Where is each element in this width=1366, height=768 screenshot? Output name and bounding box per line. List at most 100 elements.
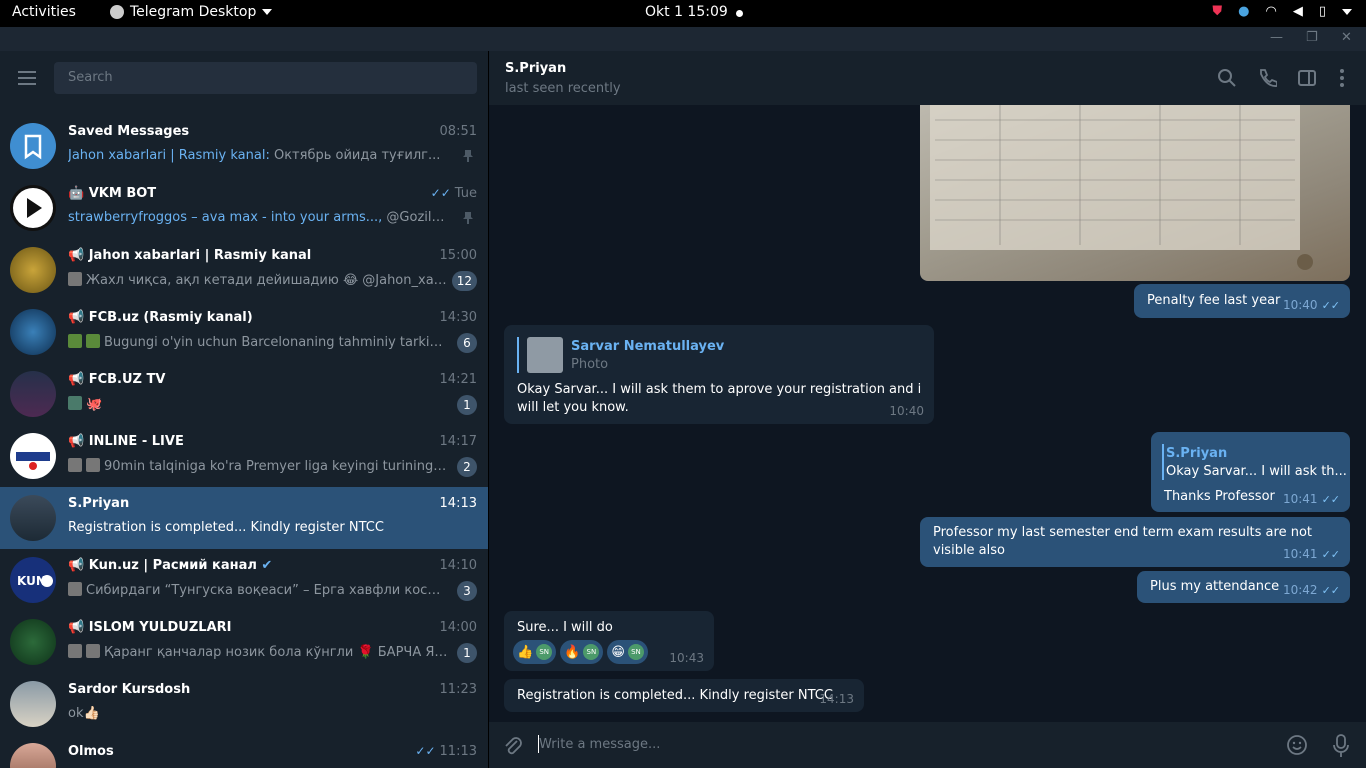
avatar: SN [583, 644, 600, 660]
chat-name: 📢 FCB.UZ TV [68, 372, 166, 387]
microphone-icon[interactable] [1331, 734, 1351, 758]
close-icon[interactable]: ✕ [1341, 30, 1352, 45]
avatar [10, 185, 56, 231]
chat-name: Saved Messages [68, 124, 190, 139]
megaphone-icon: 📢 [68, 310, 89, 325]
chat-item-jahon-xabarlari[interactable]: 📢 Jahon xabarlari | Rasmiy kanal 15:00 Ж… [0, 239, 488, 301]
chat-name: Sardor Kursdosh [68, 682, 191, 697]
message-text: Plus my attendance [1150, 579, 1280, 594]
chat-item-s-priyan[interactable]: S.Priyan 14:13 Registration is completed… [0, 487, 488, 549]
reply-text: Okay Sarvar... I will ask th... [1166, 464, 1347, 479]
chat-preview: Жахл чиқса, ақл кетади дейишадию 😂 @Jaho… [68, 272, 448, 288]
minimize-icon[interactable]: — [1270, 30, 1283, 45]
activities-button[interactable]: Activities [12, 4, 76, 20]
shield-icon[interactable]: ⛊ [1212, 4, 1222, 19]
verified-icon: ✔ [261, 558, 273, 573]
search-icon[interactable] [1217, 68, 1237, 88]
chat-name: Olmos [68, 744, 114, 759]
pin-icon [463, 212, 473, 224]
clock[interactable]: Okt 1 15:09 [645, 4, 728, 20]
reaction-thumbs-up[interactable]: 👍 SN [513, 640, 557, 664]
system-tray[interactable]: ⛊ ● ◠ ◀ ▯ [1212, 4, 1352, 19]
emoji-icon[interactable] [1286, 734, 1308, 756]
reply-sender: Sarvar Nematullayev [571, 339, 725, 354]
photo-message[interactable] [920, 105, 1350, 281]
chat-item-fcb-uz-tv[interactable]: 📢 FCB.UZ TV 14:21 🐙 1 [0, 363, 488, 425]
message-incoming[interactable]: Sure... I will do 👍 SN 🔥 SN 😁 SN 10:43 [504, 611, 714, 671]
phone-icon[interactable] [1257, 68, 1277, 88]
double-check-icon: ✓✓ [430, 186, 451, 200]
message-text: Professor my last semester end term exam… [933, 525, 1313, 558]
menu-icon[interactable] [18, 71, 36, 85]
telegram-icon [110, 5, 124, 19]
megaphone-icon: 📢 [68, 434, 89, 449]
pin-icon [463, 150, 473, 162]
chat-time: 08:51 [439, 124, 477, 139]
unread-badge: 1 [457, 395, 477, 415]
message-incoming[interactable]: Sarvar Nematullayev Photo Okay Sarvar...… [504, 325, 934, 424]
chat-item-fcb-uz[interactable]: 📢 FCB.uz (Rasmiy kanal) 14:30 Bugungi o'… [0, 301, 488, 363]
chat-item-sardor-kursdosh[interactable]: Sardor Kursdosh 11:23 ok👍🏻 [0, 673, 488, 735]
chat-preview: Registration is completed... Kindly regi… [68, 520, 384, 535]
volume-icon[interactable]: ◀ [1293, 4, 1303, 19]
message-incoming[interactable]: Registration is completed... Kindly regi… [504, 679, 864, 712]
app-menu[interactable]: Telegram Desktop [110, 4, 273, 20]
chat-preview: Bugungi o'yin uchun Barcelonaning tahmin… [68, 334, 448, 350]
unread-badge: 3 [457, 581, 477, 601]
message-outgoing[interactable]: Penalty fee last year 10:40 ✓✓ [1134, 284, 1350, 318]
unread-badge: 6 [457, 333, 477, 353]
message-composer: Write a message... [489, 722, 1366, 768]
chat-name: 📢 FCB.uz (Rasmiy kanal) [68, 310, 253, 325]
wifi-icon[interactable]: ◠ [1266, 4, 1277, 19]
double-check-icon: ✓✓ [415, 744, 436, 758]
chat-item-islom-yulduzlari[interactable]: 📢 ISLOM YULDUZLARI 14:00 Қаранг қанчалар… [0, 611, 488, 673]
chat-status: last seen recently [505, 81, 621, 96]
double-check-icon: ✓✓ [1321, 299, 1340, 312]
globe-icon[interactable]: ● [1238, 4, 1249, 19]
message-time: 10:43 [669, 651, 704, 665]
reaction-fire[interactable]: 🔥 SN [560, 640, 604, 664]
megaphone-icon: 📢 [68, 558, 89, 573]
avatar [10, 743, 56, 768]
photo-thumbnail [527, 337, 563, 373]
avatar [10, 371, 56, 417]
message-text: Sure... I will do [517, 620, 613, 635]
attach-icon[interactable] [503, 735, 523, 757]
message-outgoing[interactable]: Professor my last semester end term exam… [920, 517, 1350, 567]
battery-icon[interactable]: ▯ [1319, 4, 1326, 19]
maximize-icon[interactable]: ❐ [1306, 30, 1318, 45]
message-input[interactable]: Write a message... [539, 737, 660, 752]
chat-name: S.Priyan [68, 496, 130, 511]
chat-preview: Сибирдаги “Тунгуска воқеаси” – Ерга хавф… [68, 582, 448, 598]
chat-item-inline-live[interactable]: 📢 INLINE - LIVE 14:17 90min talqiniga ko… [0, 425, 488, 487]
message-outgoing[interactable]: Plus my attendance 10:42 ✓✓ [1137, 571, 1350, 603]
avatar [10, 495, 56, 541]
chat-title[interactable]: S.Priyan [505, 61, 566, 76]
chat-name: 📢 Kun.uz | Расмий канал ✔ [68, 558, 273, 573]
reply-preview[interactable]: S.Priyan Okay Sarvar... I will ask th... [1162, 444, 1347, 480]
chat-time: 14:30 [439, 310, 477, 325]
reply-text: Photo [571, 357, 609, 372]
message-outgoing[interactable]: S.Priyan Okay Sarvar... I will ask th...… [1151, 432, 1350, 512]
search-input[interactable]: Search [54, 62, 477, 94]
chat-preview: Jahon xabarlari | Rasmiy kanal: Октябрь … [68, 148, 441, 163]
reply-preview[interactable]: Sarvar Nematullayev Photo [517, 337, 917, 373]
chat-item-vkm-bot[interactable]: 🤖 VKM BOT ✓✓ Tue strawberryfroggos – ava … [0, 177, 488, 239]
chat-item-saved-messages[interactable]: Saved Messages 08:51 Jahon xabarlari | R… [0, 115, 488, 177]
reply-sender: S.Priyan [1166, 446, 1228, 461]
megaphone-icon: 📢 [68, 620, 89, 635]
window-title-bar: — ❐ ✕ [0, 27, 1366, 51]
more-options-icon[interactable] [1332, 68, 1352, 88]
system-top-bar: Activities Telegram Desktop Okt 1 15:09 … [0, 0, 1366, 27]
chevron-down-icon[interactable] [1342, 8, 1352, 15]
bot-icon: 🤖 [68, 186, 89, 201]
chat-time: ✓✓ 11:13 [415, 744, 477, 759]
chat-item-olmos[interactable]: Olmos ✓✓ 11:13 [0, 735, 488, 768]
sidebar-toggle-icon[interactable] [1297, 68, 1317, 88]
avatar: SN [627, 644, 644, 660]
chat-preview: strawberryfroggos – ava max - into your … [68, 210, 448, 225]
chat-item-kun-uz[interactable]: KUN 📢 Kun.uz | Расмий канал ✔ 14:10 Сиби… [0, 549, 488, 611]
chat-header[interactable]: S.Priyan last seen recently [489, 51, 1366, 105]
app-name: Telegram Desktop [130, 4, 257, 20]
reaction-grin[interactable]: 😁 SN [607, 640, 648, 664]
